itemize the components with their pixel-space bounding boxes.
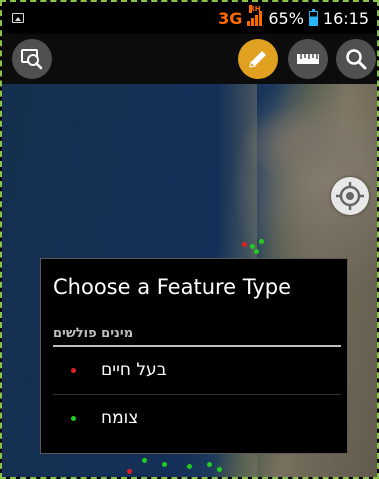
feature-item-animal[interactable]: בעל חיים: [41, 347, 347, 393]
feature-item-label: צומח: [101, 408, 139, 428]
map-marker[interactable]: [250, 244, 255, 249]
map-marker[interactable]: [127, 469, 132, 474]
map-marker[interactable]: [142, 458, 147, 463]
section-header: מינים פולשים: [53, 323, 341, 347]
battery-icon: [308, 8, 318, 26]
clock: 16:15: [322, 8, 369, 28]
map-marker[interactable]: [187, 464, 192, 469]
edit-button[interactable]: [238, 39, 278, 79]
dialog-title: Choose a Feature Type: [53, 275, 292, 299]
action-bar: [2, 34, 377, 84]
map-marker[interactable]: [242, 242, 247, 247]
green-bullet-icon: [71, 415, 76, 421]
red-bullet-icon: [71, 367, 76, 373]
map-marker[interactable]: [254, 249, 259, 254]
signal-icon: RH: [247, 5, 263, 26]
map-search-icon: [21, 49, 43, 70]
pencil-icon: [249, 51, 266, 68]
ruler-icon: [297, 54, 319, 64]
search-icon: [346, 49, 367, 70]
feature-type-dialog: Choose a Feature Type מינים פולשים בעל ח…: [40, 258, 348, 454]
battery-percent: 65%: [268, 8, 304, 28]
section-header-label: מינים פולשים: [53, 326, 134, 341]
network-type: 3G: [218, 8, 243, 28]
map-marker[interactable]: [207, 462, 212, 467]
gps-target-icon: [336, 182, 364, 210]
map-marker[interactable]: [259, 239, 264, 244]
measure-button[interactable]: [288, 39, 328, 79]
map-marker[interactable]: [217, 467, 222, 472]
map-marker[interactable]: [162, 462, 167, 467]
status-indicators: 3G RH 65% 16:15: [218, 2, 369, 34]
roaming-label: RH: [249, 5, 261, 13]
image-notification-icon: [12, 13, 24, 23]
search-button[interactable]: [336, 39, 376, 79]
app-screen: 3G RH 65% 16:15 Choose a Feature Type מי…: [0, 0, 379, 479]
feature-item-plant[interactable]: צומח: [41, 395, 347, 441]
my-location-button[interactable]: [331, 177, 369, 215]
map-search-button[interactable]: [12, 39, 52, 79]
feature-item-label: בעל חיים: [101, 360, 167, 380]
status-bar: 3G RH 65% 16:15: [2, 2, 377, 34]
